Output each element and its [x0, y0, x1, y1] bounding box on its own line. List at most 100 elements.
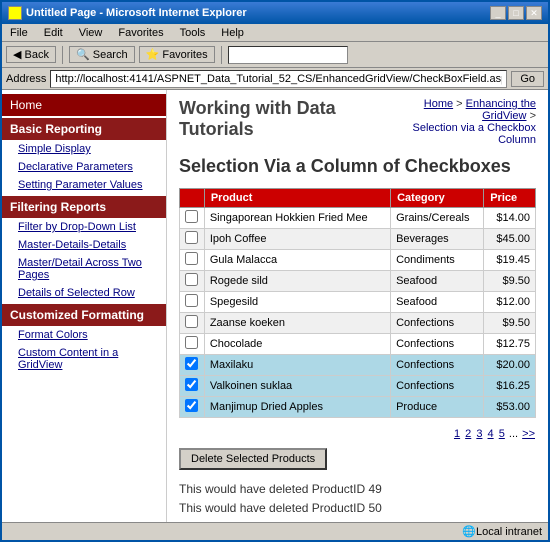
page-link-5[interactable]: 5 — [499, 428, 505, 440]
table-row: Rogede sildSeafood$9.50 — [180, 270, 536, 291]
sidebar-section-customized-formatting[interactable]: Customized Formatting — [2, 304, 166, 326]
browser-icon — [8, 6, 22, 20]
row-checkbox-cell — [180, 270, 205, 291]
row-checkbox[interactable] — [185, 315, 198, 328]
close-button[interactable]: ✕ — [526, 6, 542, 20]
window-controls: _ □ ✕ — [490, 6, 542, 20]
sidebar-section-basic-reporting[interactable]: Basic Reporting — [2, 118, 166, 140]
page-link-next[interactable]: >> — [522, 428, 535, 440]
row-checkbox[interactable] — [185, 378, 198, 391]
maximize-button[interactable]: □ — [508, 6, 524, 20]
sidebar-item-simple-display[interactable]: Simple Display — [2, 140, 166, 158]
menu-favorites[interactable]: Favorites — [114, 26, 167, 40]
sidebar-item-format-colors[interactable]: Format Colors — [2, 326, 166, 344]
message-item: This would have deleted ProductID 50 — [179, 499, 536, 518]
search-button[interactable]: 🔍 Search — [69, 46, 135, 63]
minimize-button[interactable]: _ — [490, 6, 506, 20]
favorites-button[interactable]: ⭐ Favorites — [139, 46, 215, 63]
sidebar-item-setting-parameter-values[interactable]: Setting Parameter Values — [2, 176, 166, 194]
row-checkbox-cell — [180, 375, 205, 396]
header-row: Working with Data Tutorials Home > Enhan… — [179, 98, 536, 150]
row-checkbox-cell — [180, 333, 205, 354]
sidebar-item-master-detail-two-pages[interactable]: Master/Detail Across Two Pages — [2, 254, 166, 284]
menu-help[interactable]: Help — [217, 26, 248, 40]
row-checkbox[interactable] — [185, 294, 198, 307]
breadcrumb-sep-2: > — [530, 110, 536, 122]
row-price: $12.75 — [484, 333, 536, 354]
window-title: Untitled Page - Microsoft Internet Explo… — [26, 7, 247, 19]
breadcrumb-parent[interactable]: Enhancing the GridView — [466, 98, 536, 122]
table-row: Manjimup Dried ApplesProduce$53.00 — [180, 396, 536, 417]
menu-tools[interactable]: Tools — [176, 26, 210, 40]
row-category: Confections — [391, 375, 484, 396]
row-checkbox[interactable] — [185, 399, 198, 412]
menu-view[interactable]: View — [75, 26, 107, 40]
row-checkbox-cell — [180, 228, 205, 249]
row-product: Spegesild — [204, 291, 390, 312]
sidebar: Home Basic Reporting Simple Display Decl… — [2, 90, 167, 522]
row-checkbox[interactable] — [185, 231, 198, 244]
row-price: $9.50 — [484, 270, 536, 291]
table-row: SpegesildSeafood$12.00 — [180, 291, 536, 312]
page-link-1[interactable]: 1 — [454, 428, 460, 440]
sidebar-item-custom-content-gridview[interactable]: Custom Content in a GridView — [2, 344, 166, 374]
row-checkbox-cell — [180, 396, 205, 417]
page-link-2[interactable]: 2 — [465, 428, 471, 440]
breadcrumb-current: Selection via a Checkbox Column — [412, 122, 536, 146]
col-header-price: Price — [484, 188, 536, 207]
row-product: Gula Malacca — [204, 249, 390, 270]
messages-container: This would have deleted ProductID 49This… — [179, 480, 536, 522]
row-price: $20.00 — [484, 354, 536, 375]
row-price: $9.50 — [484, 312, 536, 333]
row-category: Confections — [391, 312, 484, 333]
row-price: $16.25 — [484, 375, 536, 396]
row-checkbox-cell — [180, 312, 205, 333]
table-row: Valkoinen suklaaConfections$16.25 — [180, 375, 536, 396]
title-bar: Untitled Page - Microsoft Internet Explo… — [2, 2, 548, 24]
col-header-product: Product — [204, 188, 390, 207]
table-row: Gula MalaccaCondiments$19.45 — [180, 249, 536, 270]
site-title: Working with Data Tutorials — [179, 98, 387, 140]
page-title: Selection Via a Column of Checkboxes — [179, 156, 536, 178]
row-price: $53.00 — [484, 396, 536, 417]
breadcrumb-home[interactable]: Home — [424, 98, 453, 110]
delete-button-container: Delete Selected Products — [179, 448, 536, 480]
search-input[interactable] — [228, 46, 348, 64]
delete-button[interactable]: Delete Selected Products — [179, 448, 327, 470]
row-checkbox[interactable] — [185, 273, 198, 286]
row-product: Maxilaku — [204, 354, 390, 375]
row-checkbox-cell — [180, 354, 205, 375]
go-button[interactable]: Go — [511, 71, 544, 87]
row-checkbox[interactable] — [185, 336, 198, 349]
browser-window: Untitled Page - Microsoft Internet Explo… — [0, 0, 550, 542]
sidebar-section-filtering-reports[interactable]: Filtering Reports — [2, 196, 166, 218]
page-link-3[interactable]: 3 — [476, 428, 482, 440]
row-checkbox[interactable] — [185, 252, 198, 265]
sidebar-item-declarative-parameters[interactable]: Declarative Parameters — [2, 158, 166, 176]
menu-edit[interactable]: Edit — [40, 26, 67, 40]
row-price: $45.00 — [484, 228, 536, 249]
pagination-ellipsis: ... — [509, 428, 518, 440]
address-bar: Address Go — [2, 68, 548, 90]
page-link-4[interactable]: 4 — [488, 428, 494, 440]
back-button[interactable]: ◀ Back — [6, 46, 56, 63]
row-product: Chocolade — [204, 333, 390, 354]
row-checkbox[interactable] — [185, 210, 198, 223]
row-price: $12.00 — [484, 291, 536, 312]
row-product: Zaanse koeken — [204, 312, 390, 333]
toolbar: ◀ Back 🔍 Search ⭐ Favorites — [2, 42, 548, 68]
sidebar-item-home[interactable]: Home — [2, 94, 166, 116]
pagination: 1 2 3 4 5 ... >> — [179, 428, 536, 440]
col-header-category: Category — [391, 188, 484, 207]
sidebar-item-filter-dropdown[interactable]: Filter by Drop-Down List — [2, 218, 166, 236]
address-input[interactable] — [50, 70, 507, 88]
row-category: Grains/Cereals — [391, 207, 484, 228]
toolbar-separator-2 — [221, 46, 222, 64]
menu-file[interactable]: File — [6, 26, 32, 40]
sidebar-item-master-details[interactable]: Master-Details-Details — [2, 236, 166, 254]
col-header-checkbox — [180, 188, 205, 207]
sidebar-item-details-selected-row[interactable]: Details of Selected Row — [2, 284, 166, 302]
home-label: Home — [10, 98, 42, 112]
data-table: Product Category Price Singaporean Hokki… — [179, 188, 536, 418]
row-checkbox[interactable] — [185, 357, 198, 370]
